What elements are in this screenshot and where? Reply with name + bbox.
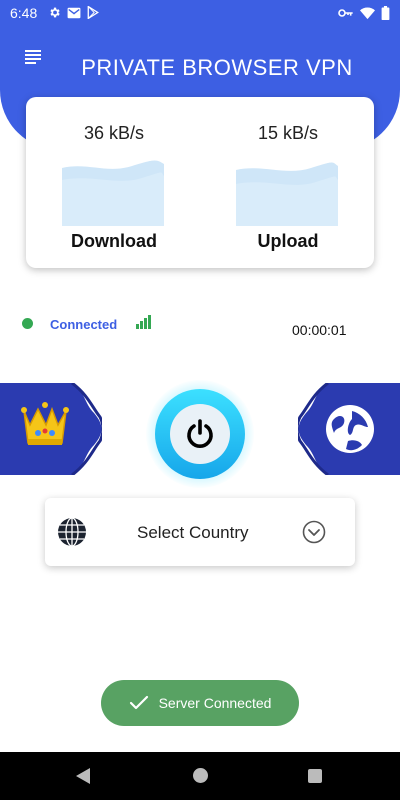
connection-timer: 00:00:01 bbox=[292, 322, 347, 338]
gear-icon bbox=[50, 7, 60, 18]
connection-status-text: Connected bbox=[50, 317, 118, 332]
app-title: PRIVATE BROWSER VPN bbox=[81, 55, 353, 80]
play-store-icon bbox=[87, 6, 99, 19]
signal-strength-icon bbox=[136, 315, 151, 329]
globe-icon bbox=[326, 405, 374, 453]
power-inner bbox=[170, 404, 230, 464]
chevron-down-icon bbox=[302, 520, 326, 544]
battery-icon bbox=[381, 6, 390, 20]
download-graph bbox=[62, 160, 164, 226]
speed-card: 36 kB/s Download 15 kB/s Upload bbox=[26, 97, 374, 268]
download-label: Download bbox=[71, 231, 157, 251]
download-speed-value: 36 kB/s bbox=[83, 123, 145, 143]
status-time: 6:48 bbox=[10, 5, 38, 21]
servers-button[interactable] bbox=[295, 381, 400, 477]
system-navigation-bar bbox=[0, 752, 400, 800]
server-connected-toast: Server Connected bbox=[101, 680, 299, 726]
power-button[interactable] bbox=[155, 389, 245, 479]
connection-status-dot bbox=[22, 318, 33, 329]
home-icon[interactable] bbox=[193, 768, 208, 783]
vpn-key-icon bbox=[338, 9, 353, 17]
back-icon[interactable] bbox=[76, 768, 90, 784]
wifi-icon bbox=[360, 7, 375, 19]
status-left-icons bbox=[48, 6, 99, 19]
status-right-icons bbox=[338, 6, 390, 20]
select-country-dropdown[interactable]: Select Country bbox=[45, 498, 355, 566]
premium-button-shape bbox=[0, 381, 105, 477]
select-country-label: Select Country bbox=[137, 523, 249, 542]
gmail-icon bbox=[67, 7, 81, 18]
recents-icon[interactable] bbox=[308, 769, 322, 783]
upload-speed-value: 15 kB/s bbox=[257, 123, 319, 143]
upload-graph bbox=[236, 162, 338, 226]
toast-text: Server Connected bbox=[158, 695, 272, 711]
status-bar: 6:48 bbox=[0, 0, 400, 26]
upload-label: Upload bbox=[257, 231, 319, 251]
check-icon bbox=[129, 695, 148, 710]
globe-icon bbox=[58, 517, 86, 547]
power-icon bbox=[187, 419, 213, 448]
premium-button[interactable] bbox=[0, 381, 105, 477]
servers-button-shape bbox=[295, 381, 400, 477]
